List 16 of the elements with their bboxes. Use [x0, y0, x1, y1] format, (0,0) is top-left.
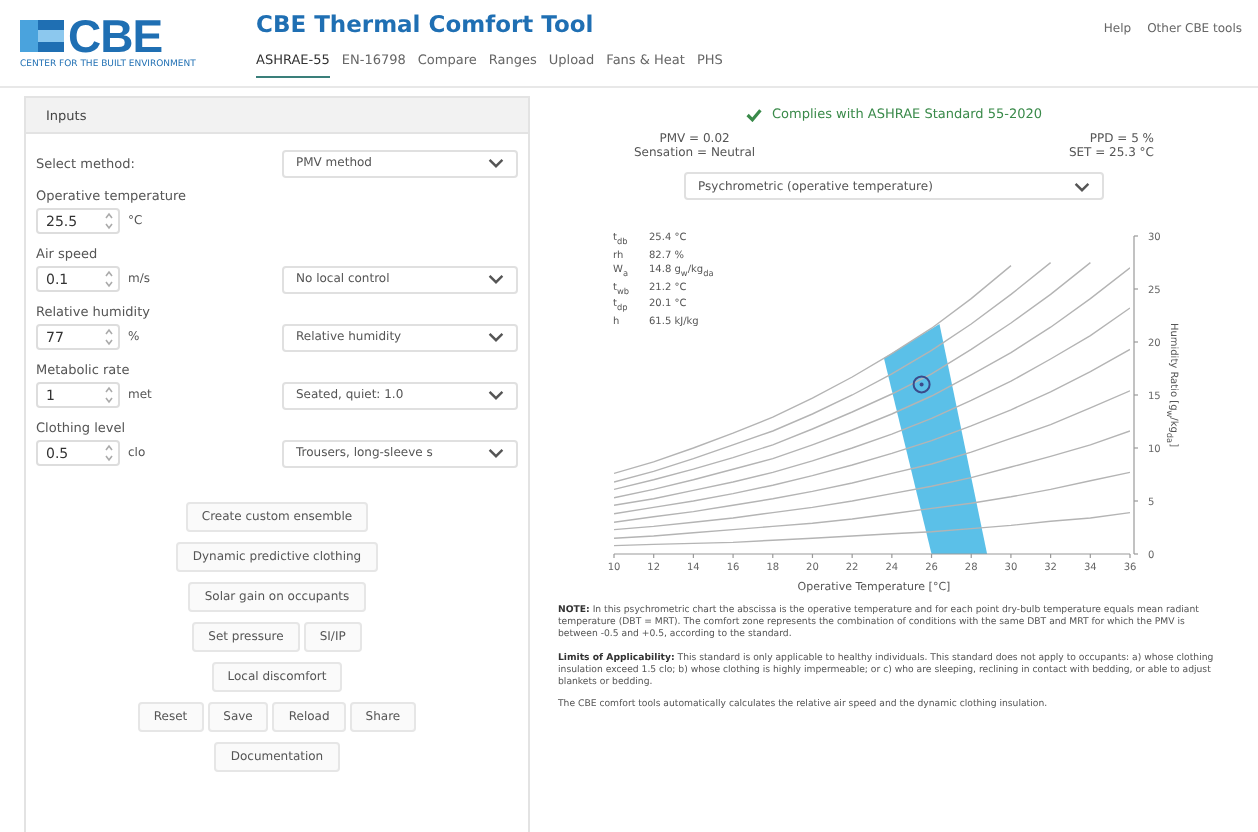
check-icon: [745, 107, 762, 121]
spinner-icon: [104, 444, 114, 462]
spinner-icon: [104, 386, 114, 404]
state-point: [911, 375, 930, 394]
chevron-icon: [488, 158, 504, 168]
chevron-icon: [488, 274, 504, 284]
logo-text: CBE: [68, 16, 163, 56]
spinner-icon: [104, 328, 114, 346]
chevron-icon: [488, 448, 504, 458]
spinner-icon: [104, 212, 114, 230]
chevron-icon: [488, 332, 504, 342]
app-title: CBE Thermal Comfort Tool: [256, 10, 596, 38]
chevron-icon: [488, 390, 504, 400]
chevron-icon: [1074, 181, 1090, 191]
spinner-icon: [104, 270, 114, 288]
logo-mark-icon: [20, 18, 64, 54]
